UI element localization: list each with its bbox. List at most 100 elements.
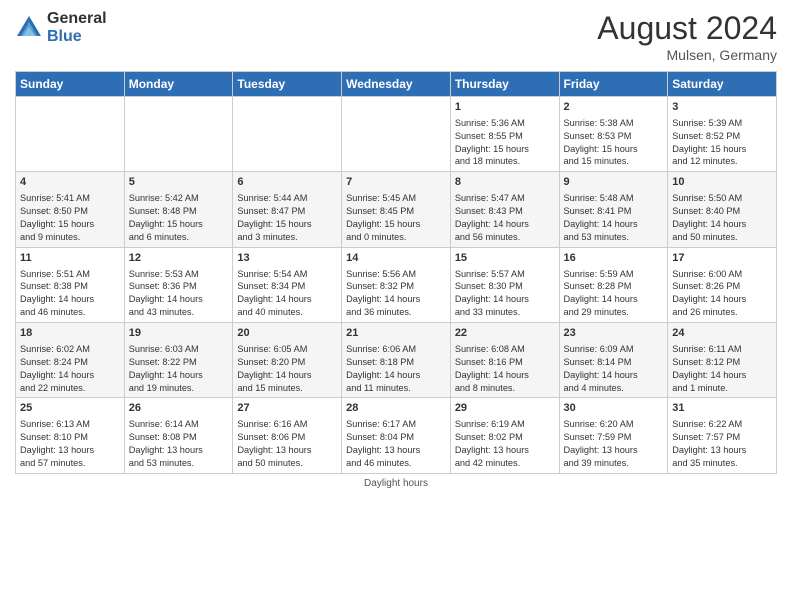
calendar-cell-1-2: 6Sunrise: 5:44 AM Sunset: 8:47 PM Daylig… xyxy=(233,172,342,247)
day-info: Sunrise: 5:57 AM Sunset: 8:30 PM Dayligh… xyxy=(455,268,555,320)
day-info: Sunrise: 5:47 AM Sunset: 8:43 PM Dayligh… xyxy=(455,192,555,244)
footer-note: Daylight hours xyxy=(15,478,777,489)
day-info: Sunrise: 6:17 AM Sunset: 8:04 PM Dayligh… xyxy=(346,418,446,470)
calendar-weekday-wednesday: Wednesday xyxy=(342,72,451,97)
calendar-week-0: 1Sunrise: 5:36 AM Sunset: 8:55 PM Daylig… xyxy=(16,97,777,172)
calendar-cell-1-5: 9Sunrise: 5:48 AM Sunset: 8:41 PM Daylig… xyxy=(559,172,668,247)
day-number: 26 xyxy=(129,401,229,416)
day-info: Sunrise: 6:06 AM Sunset: 8:18 PM Dayligh… xyxy=(346,343,446,395)
calendar-cell-2-0: 11 Sunrise: 5:51 AM Sunset: 8:38 PM Dayli… xyxy=(16,247,125,322)
calendar-cell-0-3 xyxy=(342,97,451,172)
calendar-cell-3-0: 18 Sunrise: 6:02 AM Sunset: 8:24 PM Dayli… xyxy=(16,323,125,398)
day-info: Sunrise: 6:16 AM Sunset: 8:06 PM Dayligh… xyxy=(237,418,337,470)
day-number: 8 xyxy=(455,175,555,190)
calendar-cell-4-6: 31 Sunrise: 6:22 AM Sunset: 7:57 PM Dayli… xyxy=(668,398,777,473)
calendar-cell-1-6: 10Sunrise: 5:50 AM Sunset: 8:40 PM Dayli… xyxy=(668,172,777,247)
month-year: August 2024 xyxy=(597,10,777,47)
calendar-cell-3-5: 23Sunrise: 6:09 AM Sunset: 8:14 PM Dayli… xyxy=(559,323,668,398)
calendar-cell-2-2: 13Sunrise: 5:54 AM Sunset: 8:34 PM Dayli… xyxy=(233,247,342,322)
calendar-weekday-tuesday: Tuesday xyxy=(233,72,342,97)
day-number: 14 xyxy=(346,251,446,266)
day-info: Sunrise: 6:20 AM Sunset: 7:59 PM Dayligh… xyxy=(564,418,664,470)
calendar-cell-4-5: 30 Sunrise: 6:20 AM Sunset: 7:59 PM Dayli… xyxy=(559,398,668,473)
calendar-weekday-sunday: Sunday xyxy=(16,72,125,97)
day-info: Sunrise: 6:13 AM Sunset: 8:10 PM Dayligh… xyxy=(20,418,120,470)
day-info: Sunrise: 5:53 AM Sunset: 8:36 PM Dayligh… xyxy=(129,268,229,320)
day-number: 7 xyxy=(346,175,446,190)
calendar-cell-0-1 xyxy=(124,97,233,172)
calendar-cell-2-3: 14 Sunrise: 5:56 AM Sunset: 8:32 PM Dayli… xyxy=(342,247,451,322)
day-info: Sunrise: 5:41 AM Sunset: 8:50 PM Dayligh… xyxy=(20,192,120,244)
calendar-cell-1-3: 7 Sunrise: 5:45 AM Sunset: 8:45 PM Daylig… xyxy=(342,172,451,247)
calendar-weekday-friday: Friday xyxy=(559,72,668,97)
day-info: Sunrise: 6:11 AM Sunset: 8:12 PM Dayligh… xyxy=(672,343,772,395)
day-number: 22 xyxy=(455,326,555,341)
location: Mulsen, Germany xyxy=(597,47,777,63)
day-number: 18 xyxy=(20,326,120,341)
calendar-table: SundayMondayTuesdayWednesdayThursdayFrid… xyxy=(15,71,777,474)
calendar-cell-4-4: 29 Sunrise: 6:19 AM Sunset: 8:02 PM Dayli… xyxy=(450,398,559,473)
day-info: Sunrise: 5:39 AM Sunset: 8:52 PM Dayligh… xyxy=(672,117,772,169)
day-info: Sunrise: 6:19 AM Sunset: 8:02 PM Dayligh… xyxy=(455,418,555,470)
calendar-week-2: 11 Sunrise: 5:51 AM Sunset: 8:38 PM Dayli… xyxy=(16,247,777,322)
day-number: 6 xyxy=(237,175,337,190)
calendar-weekday-saturday: Saturday xyxy=(668,72,777,97)
logo-icon xyxy=(15,14,43,42)
logo-blue: Blue xyxy=(47,28,107,46)
day-number: 28 xyxy=(346,401,446,416)
day-info: Sunrise: 6:08 AM Sunset: 8:16 PM Dayligh… xyxy=(455,343,555,395)
day-info: Sunrise: 5:50 AM Sunset: 8:40 PM Dayligh… xyxy=(672,192,772,244)
title-block: August 2024 Mulsen, Germany xyxy=(597,10,777,63)
day-number: 5 xyxy=(129,175,229,190)
day-info: Sunrise: 5:48 AM Sunset: 8:41 PM Dayligh… xyxy=(564,192,664,244)
day-info: Sunrise: 5:56 AM Sunset: 8:32 PM Dayligh… xyxy=(346,268,446,320)
day-info: Sunrise: 5:54 AM Sunset: 8:34 PM Dayligh… xyxy=(237,268,337,320)
calendar-week-1: 4 Sunrise: 5:41 AM Sunset: 8:50 PM Daylig… xyxy=(16,172,777,247)
calendar-week-4: 25 Sunrise: 6:13 AM Sunset: 8:10 PM Dayli… xyxy=(16,398,777,473)
calendar-cell-2-1: 12 Sunrise: 5:53 AM Sunset: 8:36 PM Dayli… xyxy=(124,247,233,322)
day-info: Sunrise: 5:36 AM Sunset: 8:55 PM Dayligh… xyxy=(455,117,555,169)
calendar-cell-3-6: 24 Sunrise: 6:11 AM Sunset: 8:12 PM Dayli… xyxy=(668,323,777,398)
header: General Blue August 2024 Mulsen, Germany xyxy=(15,10,777,63)
day-info: Sunrise: 5:38 AM Sunset: 8:53 PM Dayligh… xyxy=(564,117,664,169)
calendar-week-3: 18 Sunrise: 6:02 AM Sunset: 8:24 PM Dayli… xyxy=(16,323,777,398)
calendar-cell-0-2 xyxy=(233,97,342,172)
day-number: 31 xyxy=(672,401,772,416)
day-info: Sunrise: 5:51 AM Sunset: 8:38 PM Dayligh… xyxy=(20,268,120,320)
calendar-header-row: SundayMondayTuesdayWednesdayThursdayFrid… xyxy=(16,72,777,97)
logo: General Blue xyxy=(15,10,107,45)
day-number: 15 xyxy=(455,251,555,266)
day-number: 25 xyxy=(20,401,120,416)
calendar-weekday-thursday: Thursday xyxy=(450,72,559,97)
day-info: Sunrise: 6:02 AM Sunset: 8:24 PM Dayligh… xyxy=(20,343,120,395)
calendar-cell-3-1: 19Sunrise: 6:03 AM Sunset: 8:22 PM Dayli… xyxy=(124,323,233,398)
day-info: Sunrise: 5:45 AM Sunset: 8:45 PM Dayligh… xyxy=(346,192,446,244)
calendar-weekday-monday: Monday xyxy=(124,72,233,97)
calendar-cell-1-0: 4 Sunrise: 5:41 AM Sunset: 8:50 PM Daylig… xyxy=(16,172,125,247)
day-number: 12 xyxy=(129,251,229,266)
day-number: 24 xyxy=(672,326,772,341)
day-info: Sunrise: 6:09 AM Sunset: 8:14 PM Dayligh… xyxy=(564,343,664,395)
calendar-cell-0-6: 3Sunrise: 5:39 AM Sunset: 8:52 PM Daylig… xyxy=(668,97,777,172)
day-number: 11 xyxy=(20,251,120,266)
calendar-cell-0-4: 1Sunrise: 5:36 AM Sunset: 8:55 PM Daylig… xyxy=(450,97,559,172)
calendar-cell-1-1: 5 Sunrise: 5:42 AM Sunset: 8:48 PM Daylig… xyxy=(124,172,233,247)
calendar-cell-1-4: 8 Sunrise: 5:47 AM Sunset: 8:43 PM Daylig… xyxy=(450,172,559,247)
calendar-cell-3-4: 22 Sunrise: 6:08 AM Sunset: 8:16 PM Dayli… xyxy=(450,323,559,398)
calendar-cell-2-4: 15 Sunrise: 5:57 AM Sunset: 8:30 PM Dayli… xyxy=(450,247,559,322)
day-number: 29 xyxy=(455,401,555,416)
day-number: 30 xyxy=(564,401,664,416)
calendar-cell-4-1: 26Sunrise: 6:14 AM Sunset: 8:08 PM Dayli… xyxy=(124,398,233,473)
calendar-cell-3-3: 21Sunrise: 6:06 AM Sunset: 8:18 PM Dayli… xyxy=(342,323,451,398)
calendar-cell-4-2: 27Sunrise: 6:16 AM Sunset: 8:06 PM Dayli… xyxy=(233,398,342,473)
day-info: Sunrise: 5:42 AM Sunset: 8:48 PM Dayligh… xyxy=(129,192,229,244)
calendar-cell-0-5: 2Sunrise: 5:38 AM Sunset: 8:53 PM Daylig… xyxy=(559,97,668,172)
calendar-cell-3-2: 20Sunrise: 6:05 AM Sunset: 8:20 PM Dayli… xyxy=(233,323,342,398)
day-info: Sunrise: 6:00 AM Sunset: 8:26 PM Dayligh… xyxy=(672,268,772,320)
calendar-cell-2-6: 17Sunrise: 6:00 AM Sunset: 8:26 PM Dayli… xyxy=(668,247,777,322)
day-info: Sunrise: 6:22 AM Sunset: 7:57 PM Dayligh… xyxy=(672,418,772,470)
calendar-cell-0-0 xyxy=(16,97,125,172)
day-number: 4 xyxy=(20,175,120,190)
day-info: Sunrise: 5:59 AM Sunset: 8:28 PM Dayligh… xyxy=(564,268,664,320)
day-number: 16 xyxy=(564,251,664,266)
